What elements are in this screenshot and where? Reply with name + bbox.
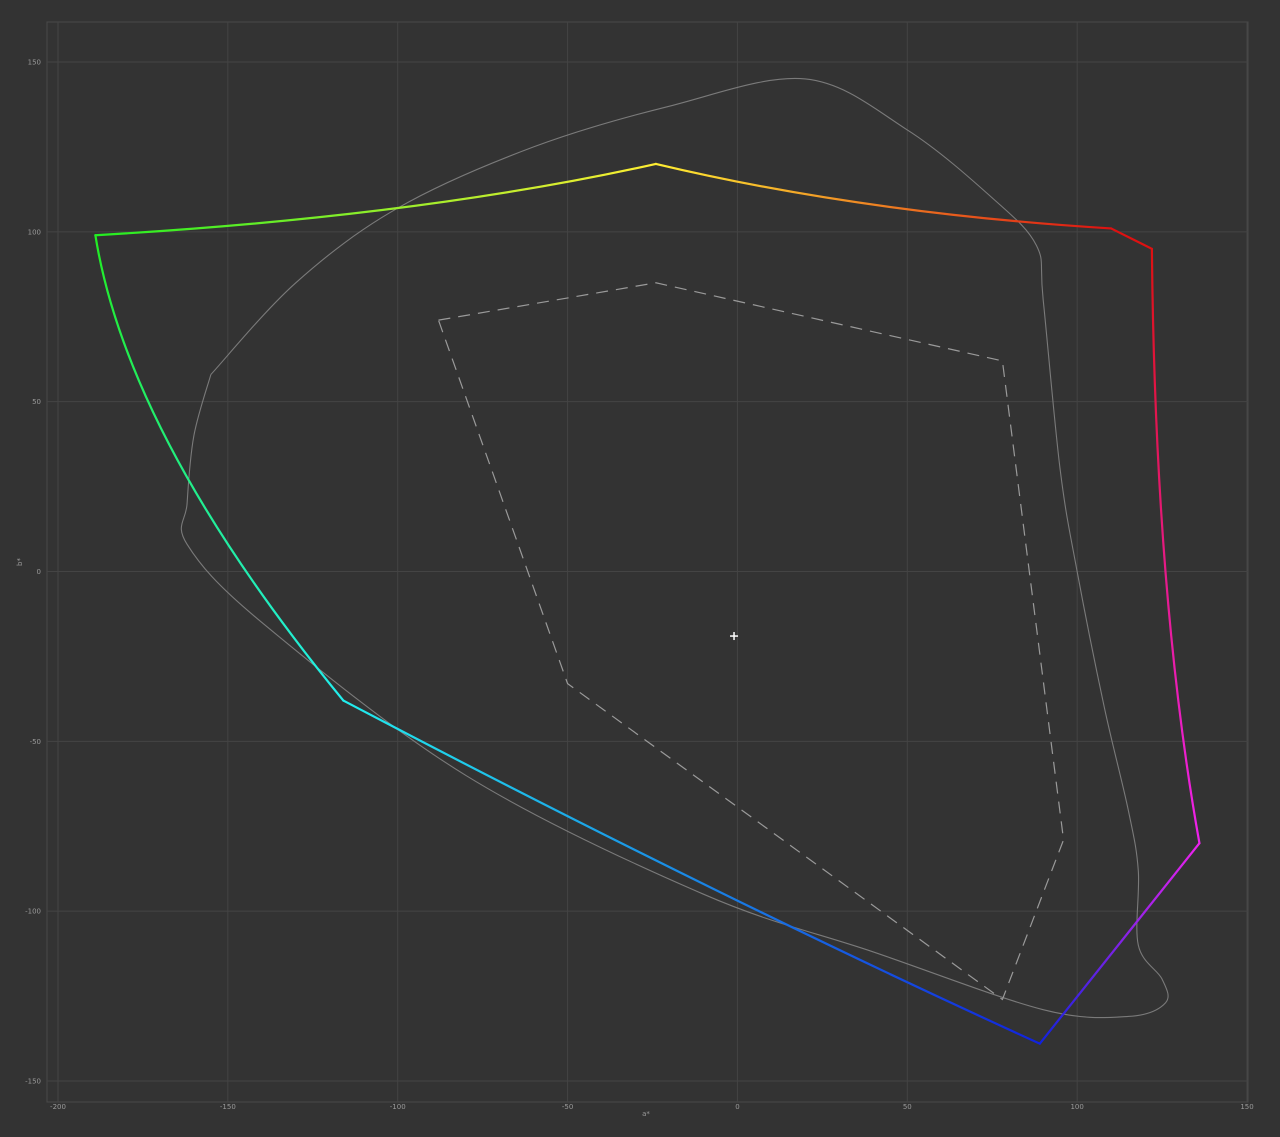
- x-tick-label: 50: [903, 1103, 912, 1111]
- y-tick-label: -50: [30, 738, 41, 746]
- x-axis-label: a*: [642, 1110, 650, 1118]
- plot-area: [46, 21, 1249, 1103]
- y-tick-label: -150: [25, 1078, 41, 1086]
- y-tick-label: -100: [25, 908, 41, 916]
- x-tick-label: -150: [220, 1103, 236, 1111]
- x-tick-label: -100: [390, 1103, 406, 1111]
- x-tick-label: 150: [1240, 1103, 1253, 1111]
- y-tick-label: 100: [28, 228, 41, 236]
- x-tick-label: -50: [562, 1103, 573, 1111]
- y-tick-label: 150: [28, 59, 41, 67]
- gamut-chart: -200 -150 -100 -50 0 50 100 150 150 100 50 0 -50 -10…: [16, 21, 1254, 1118]
- x-tick-label: 0: [735, 1103, 739, 1111]
- x-tick-labels: -200 -150 -100 -50 0 50 100 150: [50, 1103, 1254, 1111]
- x-tick-label: -200: [50, 1103, 66, 1111]
- y-tick-label: 0: [37, 568, 41, 576]
- y-tick-labels: 150 100 50 0 -50 -100 -150: [25, 59, 41, 1086]
- y-tick-label: 50: [32, 398, 41, 406]
- y-axis-label: b*: [16, 558, 24, 566]
- x-tick-label: 100: [1070, 1103, 1083, 1111]
